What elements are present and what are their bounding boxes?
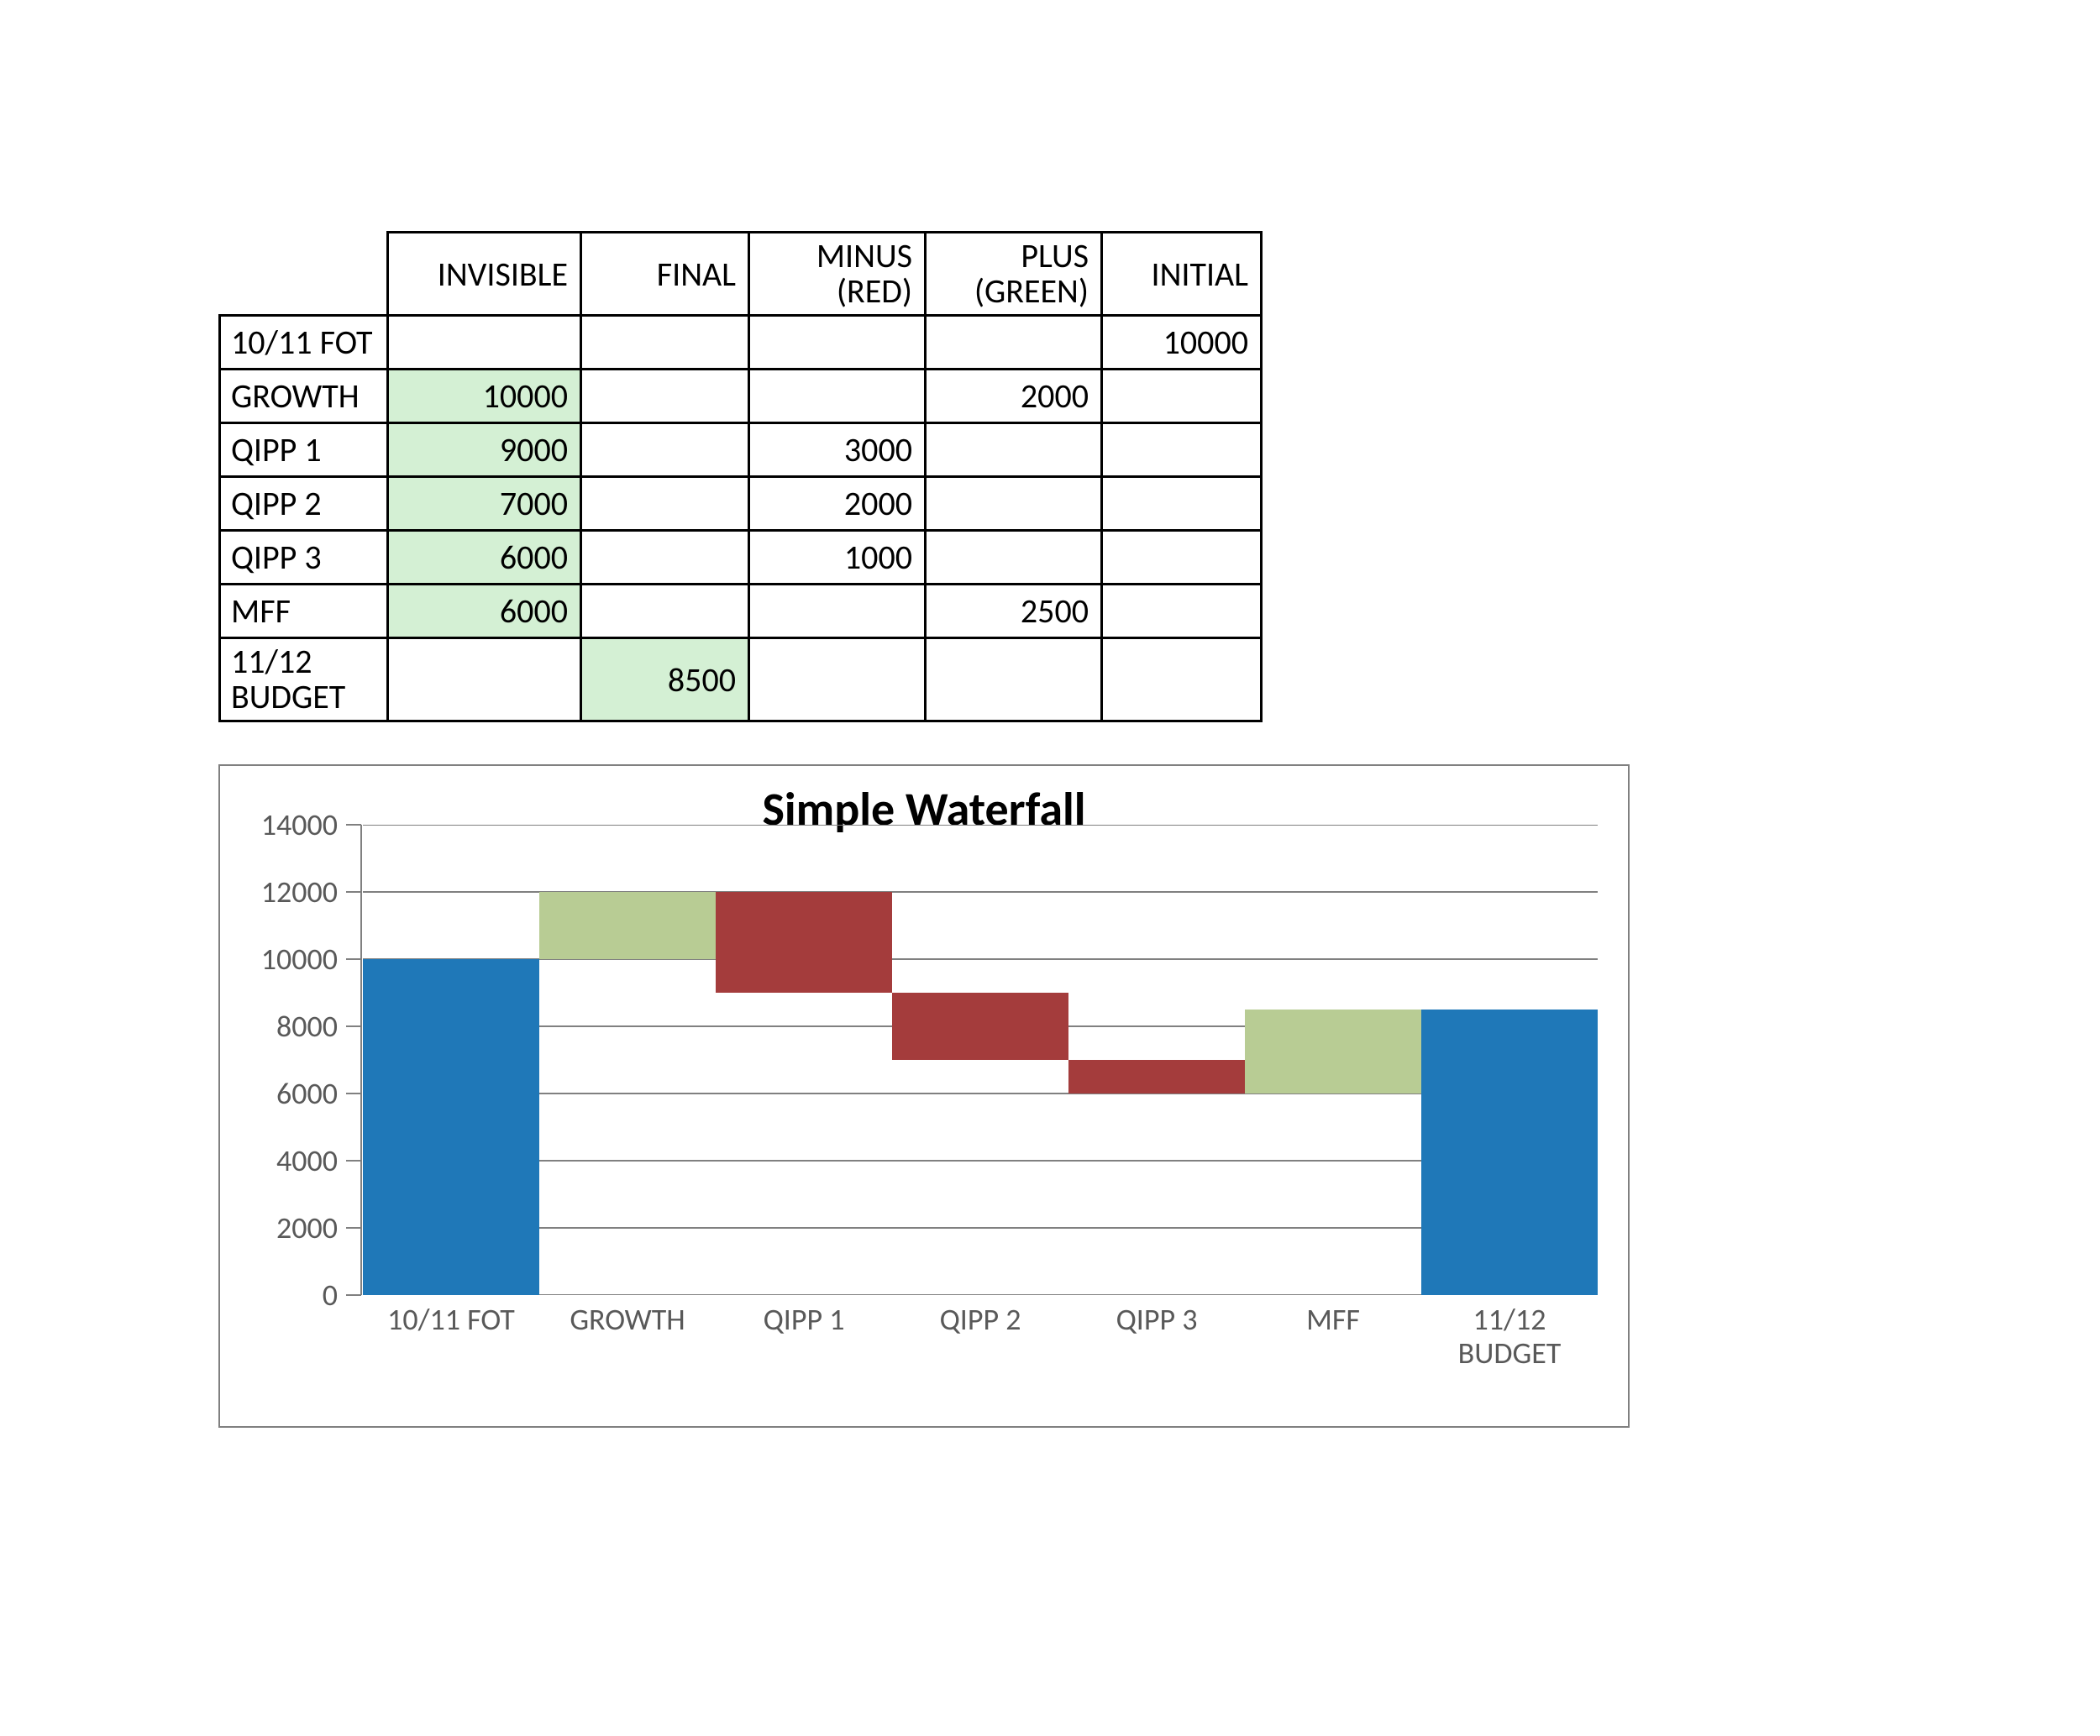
svg-text:14000: 14000 [261,806,338,843]
cell-invisible: 10000 [388,370,581,423]
x-tick-label: GROWTH [539,1303,716,1370]
x-tick-label: QIPP 1 [716,1303,892,1370]
waterfall-chart: Simple Waterfall 02000400060008000100001… [218,764,1630,1428]
cell-initial: 10000 [1102,316,1262,370]
cell-invisible: 6000 [388,531,581,585]
cell-plus [926,423,1102,477]
cell-initial [1102,370,1262,423]
table-row: QIPP 27000 2000 [220,477,1262,531]
bar-minus [716,892,892,993]
cell-plus [926,531,1102,585]
table-row: 11/12BUDGET 8500 [220,638,1262,721]
cell-minus [749,585,926,638]
table-row: MFF6000 2500 [220,585,1262,638]
cell-minus [749,316,926,370]
x-tick-label: 10/11 FOT [363,1303,539,1370]
row-label: QIPP 2 [220,477,388,531]
svg-text:12000: 12000 [261,873,338,910]
cell-invisible: 6000 [388,585,581,638]
cell-initial [1102,423,1262,477]
table-row: QIPP 19000 3000 [220,423,1262,477]
cell-invisible: 7000 [388,477,581,531]
cell-final [581,531,749,585]
svg-text:6000: 6000 [276,1075,338,1112]
col-plus: PLUS (GREEN) [926,233,1102,316]
cell-initial [1102,477,1262,531]
svg-text:8000: 8000 [276,1008,338,1045]
cell-invisible [388,638,581,721]
bar-final [1421,1010,1598,1295]
x-tick-label: QIPP 2 [892,1303,1068,1370]
cell-minus: 2000 [749,477,926,531]
svg-text:10000: 10000 [261,941,338,978]
bar-minus [1068,1060,1245,1094]
row-label: 11/12BUDGET [220,638,388,721]
row-label: QIPP 3 [220,531,388,585]
col-minus: MINUS (RED) [749,233,926,316]
x-tick-label: 11/12BUDGET [1421,1303,1598,1370]
cell-invisible: 9000 [388,423,581,477]
svg-text:4000: 4000 [276,1142,338,1179]
svg-text:0: 0 [323,1277,338,1314]
cell-final: 8500 [581,638,749,721]
chart-y-axis: 02000400060008000100001200014000 [220,825,363,1295]
cell-plus [926,316,1102,370]
row-label: GROWTH [220,370,388,423]
chart-plot-area [363,825,1598,1295]
cell-plus: 2500 [926,585,1102,638]
cell-plus [926,638,1102,721]
table-row: GROWTH10000 2000 [220,370,1262,423]
row-label: MFF [220,585,388,638]
bar-plus [1245,1010,1421,1094]
cell-final [581,316,749,370]
table-corner [220,233,388,316]
cell-initial [1102,585,1262,638]
chart-x-labels: 10/11 FOTGROWTHQIPP 1QIPP 2QIPP 3MFF11/1… [363,1303,1598,1370]
cell-initial [1102,531,1262,585]
cell-plus [926,477,1102,531]
col-invisible: INVISIBLE [388,233,581,316]
bar-plus [539,892,716,959]
svg-text:2000: 2000 [276,1209,338,1246]
waterfall-data-table: INVISIBLE FINAL MINUS (RED) PLUS (GREEN)… [218,231,1263,722]
bar-initial [363,959,539,1295]
col-final: FINAL [581,233,749,316]
row-label: QIPP 1 [220,423,388,477]
bar-minus [892,993,1068,1060]
col-initial: INITIAL [1102,233,1262,316]
cell-minus: 1000 [749,531,926,585]
table-row: 10/11 FOT 10000 [220,316,1262,370]
cell-plus: 2000 [926,370,1102,423]
cell-minus [749,638,926,721]
cell-final [581,477,749,531]
row-label: 10/11 FOT [220,316,388,370]
cell-final [581,585,749,638]
cell-final [581,370,749,423]
cell-minus [749,370,926,423]
x-tick-label: QIPP 3 [1068,1303,1245,1370]
table-row: QIPP 36000 1000 [220,531,1262,585]
cell-final [581,423,749,477]
cell-minus: 3000 [749,423,926,477]
cell-invisible [388,316,581,370]
cell-initial [1102,638,1262,721]
x-tick-label: MFF [1245,1303,1421,1370]
